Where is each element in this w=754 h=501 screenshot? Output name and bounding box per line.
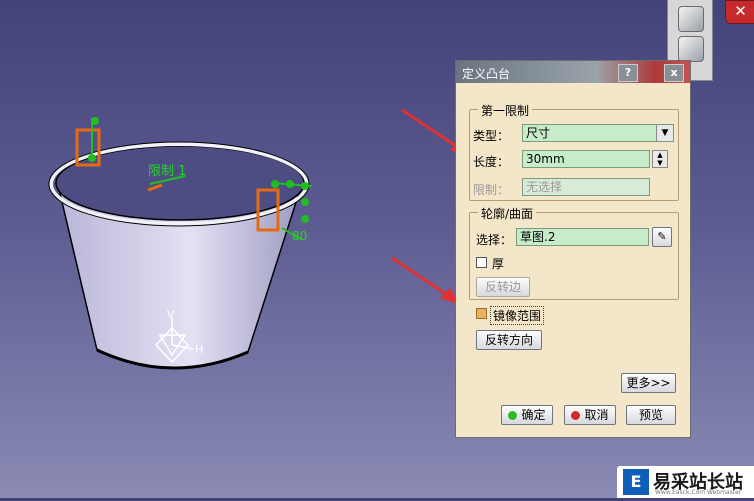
watermark-subtext: Www.Easck.Com Webmaster — [655, 489, 742, 496]
annotation-arrow-2 — [391, 256, 460, 305]
spin-down-icon[interactable]: ▼ — [653, 159, 667, 167]
preview-button[interactable]: 预览 — [626, 405, 676, 425]
help-button[interactable]: ? — [618, 64, 638, 82]
limit-input: 无选择 — [522, 178, 650, 196]
dialog-title: 定义凸台 — [462, 67, 511, 81]
length-input[interactable]: 30mm — [522, 150, 650, 168]
profile-select-field[interactable]: 草图.2 — [516, 228, 649, 246]
dialog-titlebar[interactable]: 定义凸台 ? x — [456, 61, 690, 83]
edit-sketch-icon[interactable]: ✎ — [652, 227, 672, 247]
thick-checkbox[interactable] — [476, 257, 487, 268]
ok-icon — [508, 411, 518, 420]
spin-up-icon[interactable]: ▲ — [653, 151, 667, 159]
limit-label[interactable]: 限制 1 — [148, 164, 186, 179]
length-spinner[interactable]: ▲ ▼ — [652, 150, 668, 168]
dialog-close-button[interactable]: x — [664, 64, 684, 82]
first-limit-title: 第一限制 — [478, 102, 533, 119]
type-value: 尺寸 — [526, 126, 551, 140]
dimension-label-80[interactable]: 80 — [292, 229, 307, 243]
reverse-direction-button[interactable]: 反转方向 — [476, 330, 542, 350]
chevron-down-icon[interactable]: ▼ — [656, 125, 673, 141]
sketch-tool-icon[interactable] — [678, 36, 704, 62]
close-app-icon[interactable]: ✕ — [725, 0, 754, 24]
type-label: 类型： — [473, 129, 510, 143]
pad-definition-dialog: 定义凸台 ? x 第一限制 类型： 尺寸 ▼ 长度： 30mm ▲ ▼ 限制： … — [455, 60, 691, 438]
length-value: 30mm — [526, 152, 565, 166]
cancel-label: 取消 — [584, 408, 609, 422]
select-label: 选择： — [476, 233, 513, 247]
watermark: E 易采站长站 Www.Easck.Com Webmaster — [617, 466, 754, 498]
cancel-icon — [571, 411, 581, 420]
more-button[interactable]: 更多>> — [621, 373, 676, 393]
axis-v-label: V — [167, 308, 175, 321]
reverse-side-button[interactable]: 反转边 — [476, 277, 530, 297]
select-value: 草图.2 — [520, 230, 556, 244]
ok-label: 确定 — [521, 408, 546, 422]
watermark-logo: E — [623, 469, 649, 495]
profile-title: 轮廓/曲面 — [478, 205, 537, 222]
ok-button[interactable]: 确定 — [501, 405, 553, 425]
limit-value: 无选择 — [526, 180, 563, 194]
view-icon[interactable] — [678, 6, 704, 32]
mirror-label[interactable]: 镜像范围 — [490, 306, 545, 325]
axis-h-label: H — [195, 343, 203, 356]
cancel-button[interactable]: 取消 — [564, 405, 616, 425]
type-dropdown[interactable]: 尺寸 ▼ — [522, 124, 674, 142]
length-label: 长度： — [473, 155, 510, 169]
thick-label: 厚 — [492, 257, 505, 271]
mirror-checkbox[interactable] — [476, 308, 487, 319]
limit-label-field: 限制： — [473, 183, 510, 197]
